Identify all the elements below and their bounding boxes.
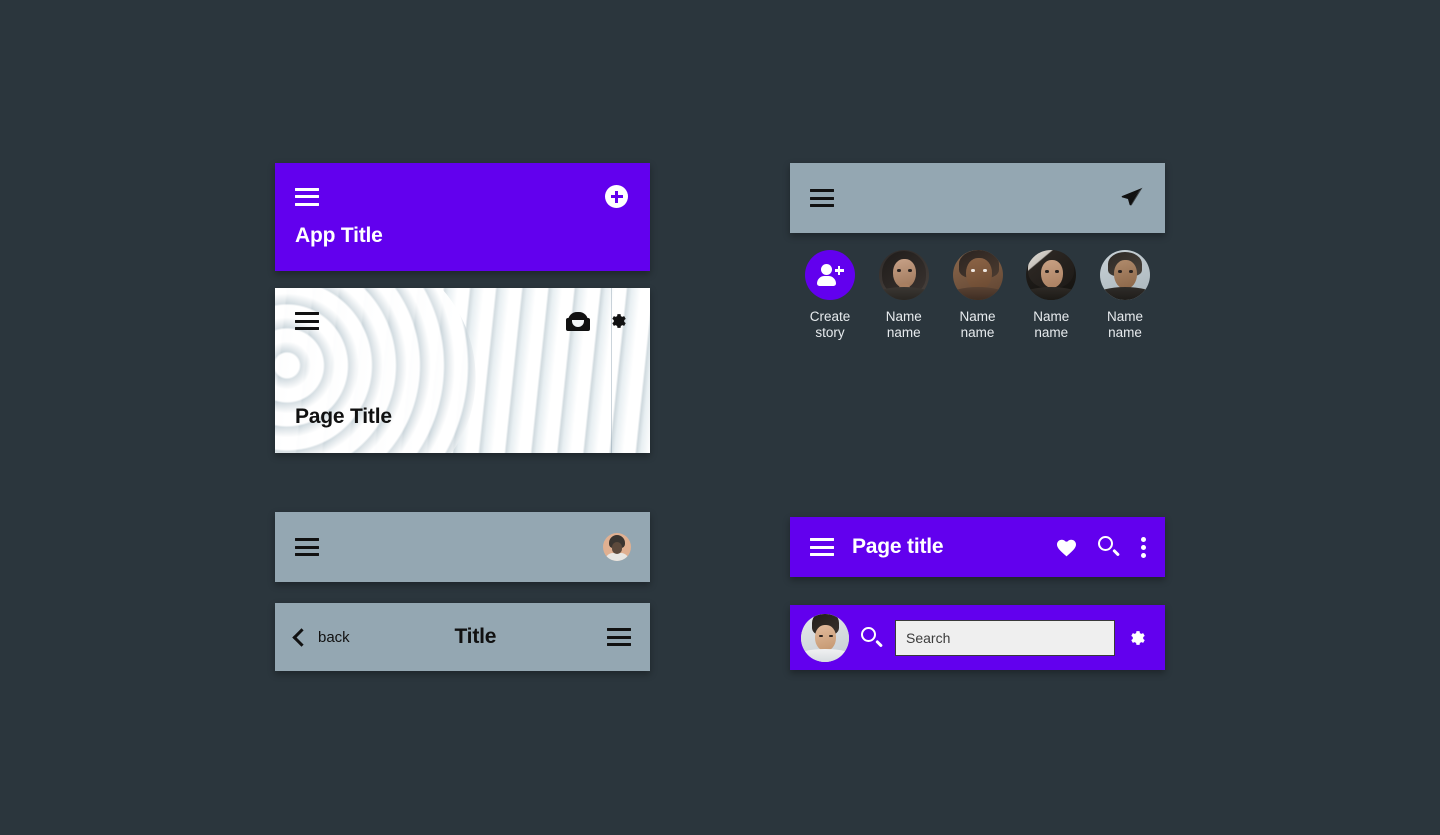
create-story-button[interactable] xyxy=(805,250,855,300)
search-icon[interactable] xyxy=(861,626,883,649)
stories-row: Create story Name name Name name Name na… xyxy=(790,250,1165,341)
search-bar xyxy=(790,605,1165,670)
avatar[interactable] xyxy=(603,533,631,561)
avatar[interactable] xyxy=(1026,250,1077,300)
chevron-left-icon xyxy=(292,627,311,647)
avatar[interactable] xyxy=(1100,250,1150,300)
hamburger-menu-icon[interactable] xyxy=(810,189,834,207)
hamburger-menu-icon[interactable] xyxy=(810,538,834,556)
hamburger-menu-icon[interactable] xyxy=(295,538,319,556)
purple-page-title-text: Page title xyxy=(852,535,944,558)
app-title-bar-top-row xyxy=(275,163,650,208)
hamburger-menu-icon[interactable] xyxy=(295,312,319,330)
page-title-text: Page Title xyxy=(295,405,392,428)
avatar[interactable] xyxy=(878,250,929,300)
heart-icon[interactable] xyxy=(1056,538,1077,557)
hamburger-menu-icon[interactable] xyxy=(295,187,319,206)
page-title-card: Page Title xyxy=(275,288,650,453)
app-title-text: App Title xyxy=(295,224,383,247)
purple-page-title-actions xyxy=(1056,536,1146,558)
search-icon[interactable] xyxy=(1098,536,1120,558)
story-label: Name name xyxy=(1106,309,1143,340)
story-item[interactable]: Name name xyxy=(1091,250,1159,341)
gear-icon[interactable] xyxy=(1127,627,1149,649)
more-vertical-icon[interactable] xyxy=(1141,536,1146,558)
screen-root: App Title Page Title back Title Create s… xyxy=(0,0,1440,835)
story-label: Name name xyxy=(885,309,922,340)
send-bar xyxy=(790,163,1165,233)
avatar[interactable] xyxy=(801,613,849,662)
story-label: Create story xyxy=(809,309,851,340)
app-title-bar: App Title xyxy=(275,163,650,271)
paper-plane-icon[interactable] xyxy=(1119,185,1145,211)
add-circle-icon[interactable] xyxy=(605,185,628,208)
person-add-icon xyxy=(816,264,844,286)
page-title-card-actions xyxy=(566,310,630,332)
hamburger-menu-icon[interactable] xyxy=(607,628,631,646)
story-label: Name name xyxy=(959,309,996,340)
back-title-bar: back Title xyxy=(275,603,650,671)
avatar[interactable] xyxy=(952,250,1003,300)
story-item[interactable]: Name name xyxy=(944,250,1012,341)
story-item[interactable]: Name name xyxy=(1017,250,1085,341)
inbox-icon[interactable] xyxy=(566,311,590,331)
purple-page-title-bar: Page title xyxy=(790,517,1165,577)
back-button[interactable]: back xyxy=(292,627,350,647)
gray-avatar-bar xyxy=(275,512,650,582)
story-item[interactable]: Name name xyxy=(870,250,938,341)
story-item-create[interactable]: Create story xyxy=(796,250,864,341)
page-title-card-top-row xyxy=(275,288,650,332)
story-label: Name name xyxy=(1033,309,1070,340)
gear-icon[interactable] xyxy=(608,310,630,332)
search-input[interactable] xyxy=(895,619,1115,656)
back-title-text: Title xyxy=(454,625,497,648)
